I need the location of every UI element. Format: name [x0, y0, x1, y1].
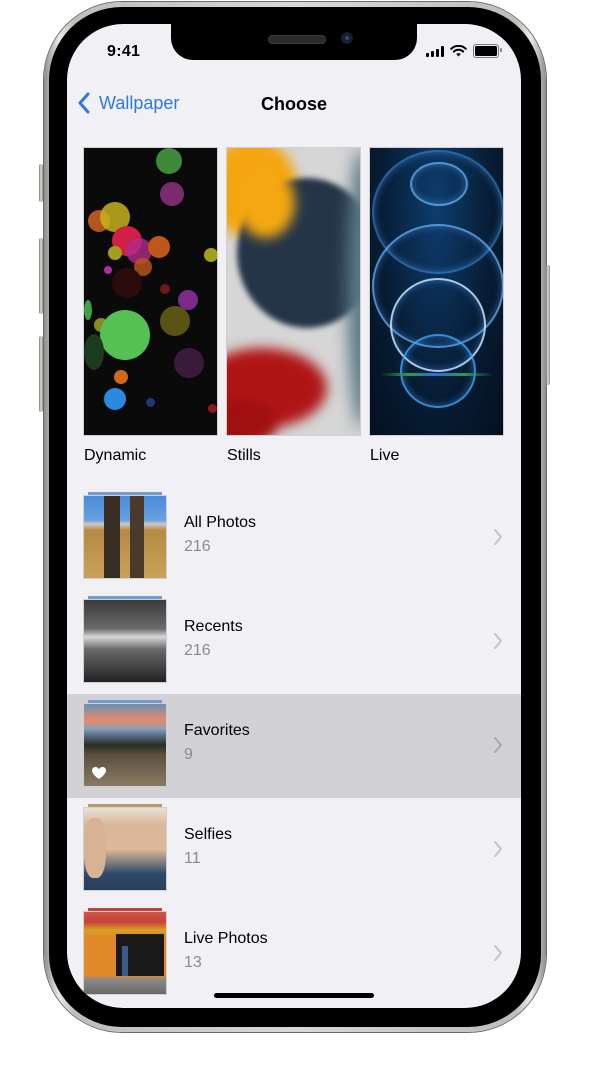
- front-camera: [341, 32, 353, 44]
- album-name: Favorites: [184, 722, 250, 739]
- dynamic-wallpaper-thumbnail: [84, 148, 217, 435]
- category-dynamic[interactable]: Dynamic: [84, 148, 217, 465]
- album-thumbnail: [84, 700, 166, 786]
- album-name: Recents: [184, 618, 243, 635]
- album-thumbnail: [84, 908, 166, 994]
- home-indicator[interactable]: [214, 993, 374, 998]
- album-row-live-photos[interactable]: Live Photos 13: [67, 902, 521, 1006]
- chevron-right-icon: [494, 841, 502, 857]
- album-name: Selfies: [184, 826, 233, 843]
- album-name: All Photos: [184, 514, 257, 531]
- album-count: 216: [184, 538, 211, 555]
- album-row-favorites[interactable]: Favorites 9: [67, 694, 521, 798]
- wifi-icon: [450, 45, 467, 57]
- wallpaper-categories: Dynamic Stills Live: [84, 148, 503, 465]
- album-count: 11: [184, 850, 201, 867]
- silent-switch: [39, 164, 43, 202]
- chevron-right-icon: [494, 945, 502, 961]
- volume-up-button: [39, 238, 43, 314]
- category-label: Live: [370, 447, 400, 464]
- album-name: Live Photos: [184, 930, 268, 947]
- chevron-right-icon: [494, 633, 502, 649]
- speaker-grille: [268, 35, 326, 44]
- album-row-all-photos[interactable]: All Photos 216: [67, 486, 521, 590]
- heart-icon: [92, 767, 106, 779]
- album-count: 9: [184, 746, 193, 763]
- chevron-right-icon: [494, 737, 502, 753]
- category-live[interactable]: Live: [370, 148, 503, 465]
- stills-wallpaper-thumbnail: [227, 148, 360, 435]
- cellular-signal-icon: [426, 45, 444, 57]
- album-thumbnail: [84, 596, 166, 682]
- page-title: Choose: [260, 94, 327, 114]
- category-stills[interactable]: Stills: [227, 148, 360, 465]
- album-list: All Photos 216 Recents 216 Favorites 9 S…: [67, 486, 521, 1006]
- album-count: 13: [184, 954, 202, 971]
- album-row-recents[interactable]: Recents 216: [67, 590, 521, 694]
- screen: 9:41 Wallpaper Choose Dynamic Stills Liv…: [67, 24, 521, 1008]
- volume-down-button: [39, 336, 43, 412]
- side-button: [546, 265, 550, 385]
- album-row-selfies[interactable]: Selfies 11: [67, 798, 521, 902]
- notch: [171, 24, 417, 60]
- chevron-right-icon: [494, 529, 502, 545]
- status-icons: [426, 44, 502, 58]
- album-thumbnail: [84, 492, 166, 578]
- live-wallpaper-thumbnail: [370, 148, 503, 435]
- album-count: 216: [184, 642, 211, 659]
- category-label: Stills: [227, 447, 261, 464]
- category-label: Dynamic: [84, 447, 147, 464]
- navigation-bar: Wallpaper Choose: [67, 88, 521, 124]
- battery-icon: [473, 44, 502, 58]
- status-time: 9:41: [107, 43, 141, 60]
- album-thumbnail: [84, 804, 166, 890]
